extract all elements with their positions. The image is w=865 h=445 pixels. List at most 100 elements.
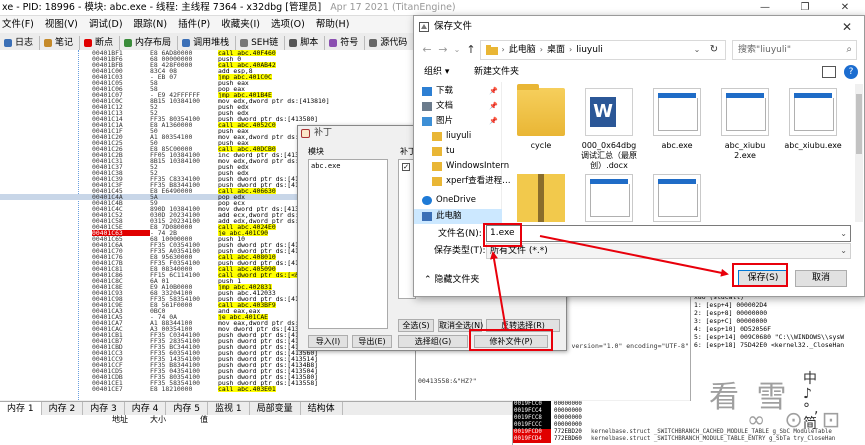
patch-file-button[interactable]: 修补文件(P) bbox=[474, 335, 548, 348]
tab-6[interactable]: 脚本 bbox=[285, 36, 326, 50]
nav-item-2[interactable]: 图片 📌 bbox=[414, 114, 502, 129]
forward-arrow-icon[interactable]: → bbox=[436, 43, 450, 57]
nav-item-4[interactable]: tu bbox=[414, 144, 502, 159]
dump-tabs: 内存 1 内存 2 内存 3 内存 4 内存 5 监视 1 局部变量 结构体 bbox=[0, 401, 512, 416]
maximize-icon[interactable]: ❐ bbox=[785, 0, 825, 15]
address-bar[interactable]: › 此电脑 › 桌面 › liuyuli ⌄ ↻ bbox=[480, 40, 726, 60]
dump-tab-0[interactable]: 内存 1 bbox=[0, 402, 42, 416]
file-item[interactable]: W 000_0x64dbg调试汇总（最原创）.docx bbox=[578, 88, 640, 170]
menu-plugins[interactable]: 插件(P) bbox=[178, 16, 210, 33]
nav-item-1[interactable]: 文档 📌 bbox=[414, 99, 502, 114]
menu-trace[interactable]: 跟踪(N) bbox=[134, 16, 168, 33]
tab-7[interactable]: 符号 bbox=[325, 36, 366, 50]
minimize-icon[interactable]: — bbox=[745, 0, 785, 15]
tab-label: 脚本 bbox=[300, 38, 319, 48]
dump-tab-5[interactable]: 监视 1 bbox=[208, 402, 250, 416]
nav-item-0[interactable]: 下载 📌 bbox=[414, 84, 502, 99]
select-all-button[interactable]: 全选(S) bbox=[398, 319, 434, 332]
patch-dialog-title-text: 补丁 bbox=[314, 128, 333, 138]
tab-5[interactable]: SEH链 bbox=[236, 36, 286, 50]
breadcrumb-this-pc[interactable]: 此电脑 bbox=[505, 41, 540, 59]
menu-favourites[interactable]: 收藏夹(I) bbox=[221, 16, 260, 33]
address-dropdown-icon[interactable]: ⌄ bbox=[691, 41, 703, 59]
save-button[interactable]: 保存(S) bbox=[738, 270, 788, 287]
docx-icon: W bbox=[585, 88, 633, 136]
dump-tab-3[interactable]: 内存 4 bbox=[125, 402, 167, 416]
dump-tab-6[interactable]: 局部变量 bbox=[250, 402, 301, 416]
file-item[interactable] bbox=[578, 174, 640, 222]
disasm-row[interactable]: 00401CE7 E8 18210000 call abc.403E01 bbox=[0, 386, 415, 392]
help-icon[interactable]: ? bbox=[844, 65, 858, 79]
file-list[interactable]: cycle W 000_0x64dbg调试汇总（最原创）.docx abc.exe ab… bbox=[510, 84, 862, 222]
scrollbar-thumb[interactable] bbox=[856, 94, 862, 154]
organize-button[interactable]: 组织 ▾ bbox=[424, 62, 449, 82]
menu-help[interactable]: 帮助(H) bbox=[316, 16, 350, 33]
tab-3[interactable]: 内存布局 bbox=[120, 36, 179, 50]
import-button[interactable]: 导入(I) bbox=[308, 335, 348, 348]
view-options-icon[interactable] bbox=[822, 66, 836, 78]
pin-icon: 📌 bbox=[489, 117, 498, 125]
select-group-button[interactable]: 选择组(G) bbox=[398, 335, 468, 348]
breadcrumb-desktop[interactable]: 桌面 bbox=[543, 41, 569, 59]
filename-dropdown-icon[interactable]: ⌄ bbox=[840, 226, 847, 241]
filename-input[interactable]: 1.exe ⌄ bbox=[486, 225, 851, 242]
menu-view[interactable]: 视图(V) bbox=[45, 16, 78, 33]
download-icon bbox=[422, 87, 432, 96]
module-list[interactable]: abc.exe bbox=[308, 159, 388, 329]
search-input[interactable]: 搜索"liuyuli" ⌕ bbox=[732, 40, 857, 60]
up-arrow-icon[interactable]: ↑ bbox=[464, 43, 478, 57]
back-arrow-icon[interactable]: ← bbox=[420, 43, 434, 57]
file-item[interactable]: abc.exe bbox=[646, 88, 708, 166]
refresh-icon[interactable]: ↻ bbox=[707, 41, 721, 59]
nav-item-5[interactable]: WindowsIntern bbox=[414, 159, 509, 174]
file-name: 000_0x64dbg调试汇总（最原创）.docx bbox=[581, 141, 637, 170]
disasm-instruction: call abc.403E01 bbox=[218, 386, 408, 392]
nav-item-8[interactable]: 此电脑 bbox=[414, 209, 502, 224]
filename-label: 文件名(N): bbox=[438, 229, 482, 239]
file-list-scrollbar[interactable] bbox=[855, 84, 863, 222]
tab-label: 调用堆栈 bbox=[193, 38, 230, 48]
file-item[interactable]: abc_xiubu.exe bbox=[782, 88, 844, 166]
file-item[interactable] bbox=[510, 174, 572, 222]
cancel-all-button[interactable]: 取消全选(N) bbox=[438, 319, 483, 332]
stack-value: 772EBD60 bbox=[554, 436, 582, 442]
filetype-select[interactable]: 所有文件 (*.*) ⌄ bbox=[486, 243, 851, 259]
tab-icon bbox=[124, 39, 133, 47]
module-item[interactable]: abc.exe bbox=[311, 162, 385, 170]
dialog-close-icon[interactable]: ✕ bbox=[830, 16, 864, 38]
tab-label: 源代码 bbox=[380, 38, 408, 48]
filetype-dropdown-icon[interactable]: ⌄ bbox=[840, 244, 847, 258]
tab-8[interactable]: 源代码 bbox=[365, 36, 415, 50]
dump-tab-7[interactable]: 结构体 bbox=[301, 402, 343, 416]
stack-address: 0019FCCC bbox=[513, 422, 551, 429]
cancel-button[interactable]: 取消 bbox=[795, 270, 847, 287]
nav-item-3[interactable]: liuyuli bbox=[414, 129, 502, 144]
menu-file[interactable]: 文件(F) bbox=[2, 16, 34, 33]
breadcrumb-liuyuli[interactable]: liuyuli bbox=[572, 41, 607, 59]
export-button[interactable]: 导出(E) bbox=[352, 335, 392, 348]
folder-icon bbox=[486, 45, 498, 55]
dump-body[interactable] bbox=[0, 425, 512, 445]
tab-1[interactable]: 笔记 bbox=[40, 36, 81, 50]
close-icon[interactable]: ✕ bbox=[825, 0, 865, 15]
new-folder-button[interactable]: 新建文件夹 bbox=[474, 62, 519, 82]
tab-0[interactable]: 日志 bbox=[0, 36, 41, 50]
recent-chevron-icon[interactable]: ⌄ bbox=[450, 43, 464, 57]
file-item[interactable]: cycle bbox=[510, 84, 572, 166]
nav-item-7[interactable]: OneDrive bbox=[414, 193, 502, 208]
menu-options[interactable]: 选项(O) bbox=[271, 16, 305, 33]
dump-tab-2[interactable]: 内存 3 bbox=[83, 402, 125, 416]
dump-tab-4[interactable]: 内存 5 bbox=[166, 402, 208, 416]
hide-folders-toggle[interactable]: ⌃ 隐藏文件夹 bbox=[424, 273, 479, 287]
file-item[interactable]: abc_xiubu 2.exe bbox=[714, 88, 776, 166]
dump-tab-1[interactable]: 内存 2 bbox=[42, 402, 84, 416]
tab-2[interactable]: 断点 bbox=[80, 36, 121, 50]
invert-selection-button[interactable]: 反转选择(R) bbox=[486, 319, 560, 332]
file-item[interactable] bbox=[646, 174, 708, 222]
patch-checkbox[interactable]: ✓ bbox=[402, 163, 410, 171]
tab-4[interactable]: 调用堆栈 bbox=[178, 36, 237, 50]
command-bar: 组织 ▾ 新建文件夹 ? bbox=[414, 62, 865, 82]
menu-debug[interactable]: 调试(D) bbox=[89, 16, 123, 33]
nav-item-label: WindowsIntern bbox=[446, 161, 510, 171]
nav-item-6[interactable]: xperf查看进程… bbox=[414, 174, 511, 189]
